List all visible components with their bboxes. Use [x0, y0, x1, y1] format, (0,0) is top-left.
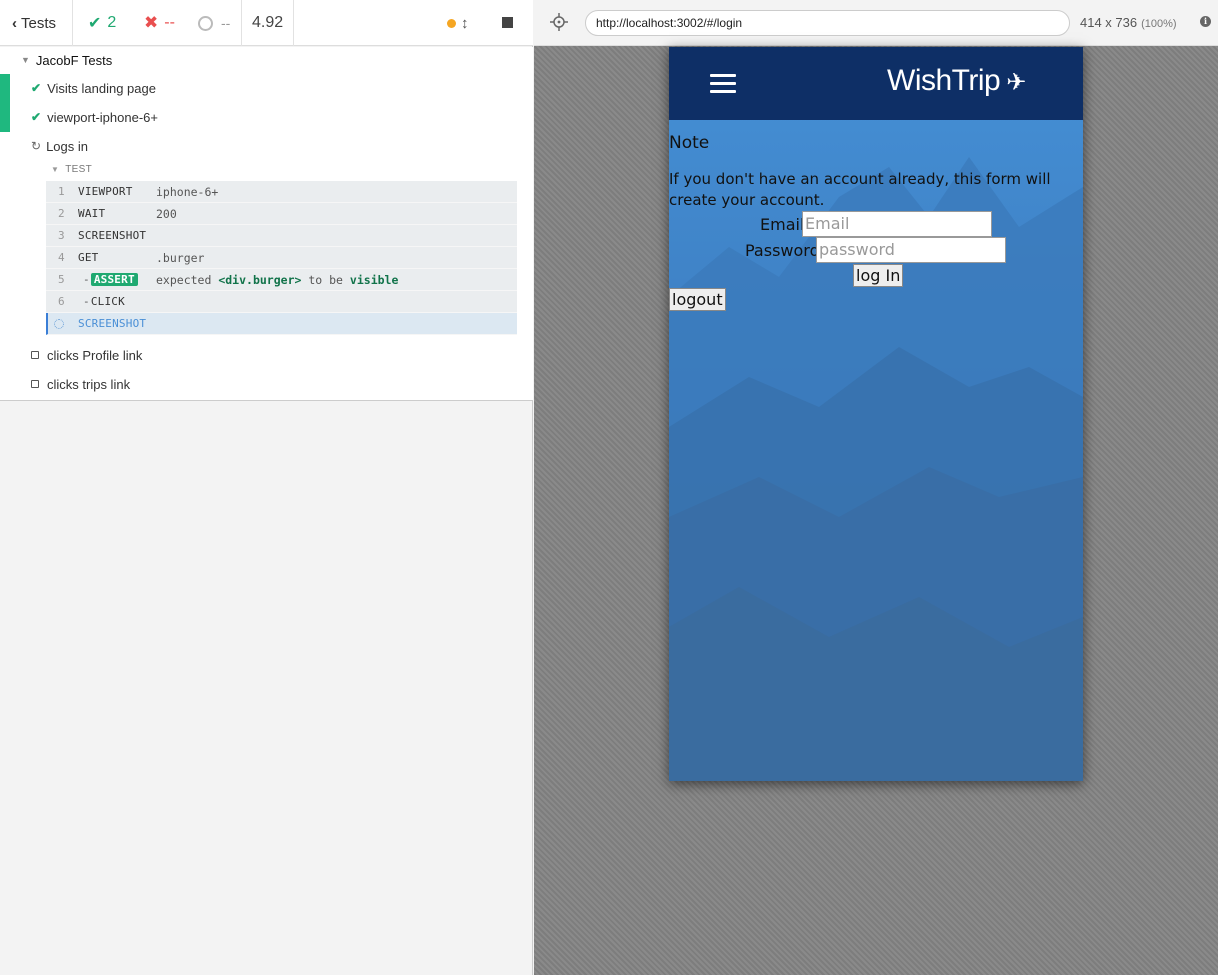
- command-name: - ASSERT: [83, 273, 138, 286]
- pending-square-icon: [31, 380, 39, 388]
- check-icon: ✔: [31, 110, 42, 124]
- command-name: VIEWPORT: [78, 185, 133, 198]
- password-field[interactable]: password: [816, 237, 1006, 263]
- assert-message: expected <div.burger> to be visible: [156, 273, 398, 287]
- assert-badge: ASSERT: [90, 273, 138, 286]
- command-number: 4: [58, 251, 65, 264]
- password-label: Password: [745, 241, 820, 260]
- command-log-header[interactable]: ▼ TEST: [51, 164, 92, 175]
- login-button[interactable]: log In: [853, 264, 904, 287]
- pending-count: --: [198, 0, 230, 46]
- suite-header[interactable]: ▼ JacobF Tests: [21, 49, 112, 71]
- viewport-size: 414 x 736 (100%): [1080, 15, 1177, 30]
- back-to-tests-button[interactable]: ‹ Tests: [0, 0, 72, 46]
- reporter-panel: ‹ Tests ✔ 2 ✖ -- -- 4.92 ↕ ▼ JacobF Test…: [0, 0, 533, 975]
- test-title: clicks Profile link: [47, 347, 143, 363]
- pending-square-icon: [31, 351, 39, 359]
- assert-subject: <div.burger>: [218, 272, 302, 287]
- hamburger-menu-icon[interactable]: [710, 74, 736, 93]
- command-log: 1 VIEWPORT iphone-6+ 2 WAIT 200 3 SCREEN…: [46, 181, 517, 335]
- pending-value: --: [221, 15, 231, 31]
- caret-down-icon: ▼: [21, 55, 30, 65]
- passed-value: 2: [107, 14, 117, 31]
- running-indicator-icon: [447, 19, 456, 28]
- command-row[interactable]: 1 VIEWPORT iphone-6+: [46, 181, 517, 203]
- command-name: WAIT: [78, 207, 106, 220]
- app-navbar: WishTrip ✈: [669, 47, 1083, 120]
- command-name: GET: [78, 251, 99, 264]
- failed-value: --: [164, 14, 175, 31]
- command-number: 3: [58, 229, 65, 242]
- auto-scroll-toggle-icon[interactable]: ↕: [461, 0, 469, 46]
- command-number: 2: [58, 207, 65, 220]
- command-number: 5: [58, 273, 65, 286]
- command-number: 1: [58, 185, 65, 198]
- email-label: Email: [760, 215, 805, 234]
- brand-name: WishTrip: [887, 64, 1001, 97]
- airplane-icon: ✈: [1006, 69, 1026, 96]
- divider: [72, 0, 73, 46]
- test-title: viewport-iphone-6+: [47, 109, 158, 125]
- assert-value: visible: [349, 272, 399, 287]
- url-bar: http://localhost:3002/#/login 414 x 736(…: [534, 0, 1218, 46]
- test-item[interactable]: clicks trips link: [31, 373, 130, 395]
- test-title: Logs in: [46, 138, 88, 154]
- test-item[interactable]: ✔ Visits landing page: [31, 77, 156, 99]
- test-item[interactable]: clicks Profile link: [31, 344, 142, 366]
- command-message: iphone-6+: [156, 184, 219, 199]
- chevron-left-icon: ‹: [12, 14, 17, 32]
- app-viewport: WishTrip ✈ Note If you don't have an acco…: [669, 47, 1083, 781]
- note-text: If you don't have an account already, th…: [669, 170, 1051, 209]
- command-log-title: TEST: [65, 164, 92, 175]
- selector-playground-icon[interactable]: [550, 13, 568, 31]
- command-name: SCREENSHOT: [78, 317, 147, 330]
- command-row[interactable]: 5 - ASSERT expected <div.burger> to be vi…: [46, 269, 517, 291]
- loading-spinner-icon: [54, 318, 64, 329]
- assert-text: expected: [156, 272, 212, 287]
- command-name-text: CLICK: [90, 295, 125, 308]
- command-row[interactable]: 4 GET .burger: [46, 247, 517, 269]
- command-name: -CLICK: [83, 295, 125, 308]
- divider: [241, 0, 242, 46]
- test-item[interactable]: ✔ viewport-iphone-6+: [31, 106, 158, 128]
- app-brand[interactable]: WishTrip ✈: [887, 64, 1026, 98]
- info-icon[interactable]: i: [1200, 16, 1211, 27]
- test-title: Visits landing page: [47, 80, 156, 96]
- test-item-running[interactable]: ↻ Logs in: [31, 135, 88, 157]
- viewport-dimensions: 414 x 736: [1080, 15, 1138, 30]
- suite-title: JacobF Tests: [35, 52, 113, 68]
- stop-button[interactable]: [502, 17, 513, 28]
- command-row[interactable]: 2 WAIT 200: [46, 203, 517, 225]
- refresh-icon: ↻: [31, 139, 42, 153]
- check-icon: ✔: [31, 81, 42, 95]
- passed-indicator-bar: [0, 74, 10, 132]
- command-message: 200: [156, 206, 177, 221]
- test-list: ▼ JacobF Tests ✔ Visits landing page ✔ v…: [0, 47, 533, 401]
- failed-count: ✖ --: [144, 0, 175, 46]
- command-name: SCREENSHOT: [78, 229, 147, 242]
- duration: 4.92: [252, 14, 284, 31]
- app-under-test-panel: http://localhost:3002/#/login 414 x 736(…: [534, 0, 1218, 975]
- url-field[interactable]: http://localhost:3002/#/login: [585, 10, 1070, 36]
- pending-circle-icon: [198, 15, 213, 31]
- check-icon: ✔: [88, 15, 102, 32]
- logout-button[interactable]: logout: [669, 288, 726, 311]
- passed-count: ✔ 2: [88, 0, 116, 46]
- assert-text: to be: [308, 272, 343, 287]
- email-field[interactable]: Email: [802, 211, 992, 237]
- stats-bar: ‹ Tests ✔ 2 ✖ -- -- 4.92 ↕: [0, 0, 533, 46]
- command-row[interactable]: 3 SCREENSHOT: [46, 225, 517, 247]
- zoom-level: (100%): [1141, 18, 1177, 30]
- note-title: Note: [669, 133, 710, 153]
- command-row-active[interactable]: SCREENSHOT: [46, 313, 517, 335]
- command-row[interactable]: 6 -CLICK: [46, 291, 517, 313]
- test-title: clicks trips link: [47, 376, 131, 392]
- mountain-background-image: [669, 47, 1083, 781]
- command-message: .burger: [156, 250, 205, 265]
- caret-down-icon: ▼: [51, 165, 60, 174]
- x-icon: ✖: [144, 13, 159, 32]
- command-number: 6: [58, 295, 65, 308]
- back-label: Tests: [21, 14, 57, 32]
- divider: [293, 0, 294, 46]
